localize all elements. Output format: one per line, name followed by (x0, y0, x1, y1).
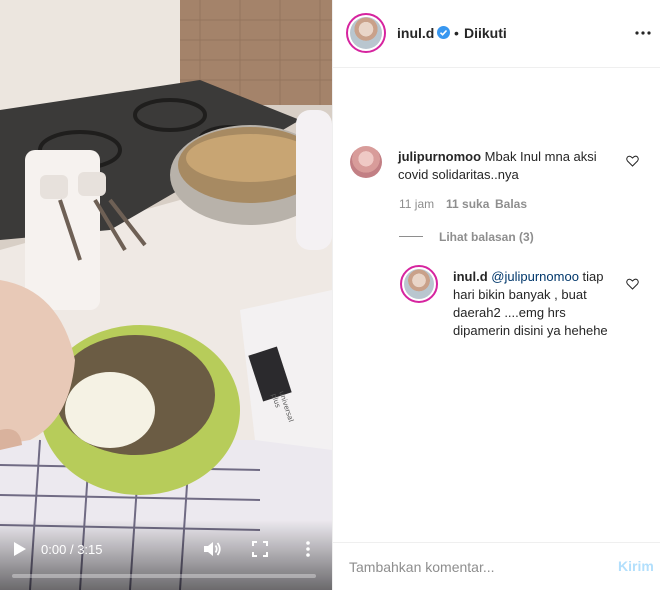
time-separator: / (69, 542, 74, 557)
more-vertical-icon[interactable] (302, 540, 314, 558)
video-progress-bar[interactable] (12, 574, 316, 578)
like-reply-heart-icon[interactable] (626, 278, 639, 290)
reply-button-label: Balas (495, 197, 528, 211)
video-frame (0, 0, 332, 590)
video-time: 0:00 / 3:15 (41, 542, 103, 557)
reply-body: inul.d @julipurnomoo tiap hari bikin ban… (453, 268, 623, 340)
reply-username[interactable]: inul.d (453, 269, 488, 284)
post-side-panel: inul.d • Diikuti julipurnomoo Mbak Inul … (332, 0, 660, 590)
view-replies-button[interactable]: Lihat balasan (3) (439, 230, 534, 244)
replies-divider (399, 236, 423, 237)
following-button[interactable]: Diikuti (464, 25, 507, 41)
add-comment-input[interactable] (349, 557, 589, 577)
fullscreen-icon[interactable] (252, 541, 268, 557)
reply-button[interactable]: Balas (495, 197, 527, 211)
post-header: inul.d • Diikuti (333, 0, 660, 68)
time-current: 0:00 (41, 542, 67, 557)
header-separator: • (454, 25, 459, 41)
time-total: 3:15 (77, 542, 103, 557)
comment-likes[interactable]: 11 suka (446, 197, 489, 211)
volume-icon[interactable] (202, 540, 222, 558)
comment-body: julipurnomoo Mbak Inul mna aksi covid so… (398, 148, 618, 184)
comment-composer: Kirim (333, 542, 660, 590)
reply-mention[interactable]: @julipurnomoo (491, 269, 579, 284)
video-player[interactable]: universal plus 0:00 / 3:15 (0, 0, 332, 590)
comment-time: 11 jam (399, 197, 435, 211)
commenter-username[interactable]: julipurnomoo (398, 149, 481, 164)
like-comment-heart-icon[interactable] (626, 155, 639, 167)
play-icon[interactable] (10, 540, 28, 558)
author-username[interactable]: inul.d (397, 25, 434, 41)
reply-author-avatar[interactable] (400, 265, 438, 303)
comment-likes-label: 11 suka (446, 197, 490, 211)
more-horizontal-icon[interactable] (635, 31, 651, 35)
author-avatar[interactable] (346, 13, 386, 53)
commenter-avatar[interactable] (350, 146, 382, 178)
verified-badge-icon (437, 26, 450, 39)
post-comment-button[interactable]: Kirim (618, 558, 654, 574)
